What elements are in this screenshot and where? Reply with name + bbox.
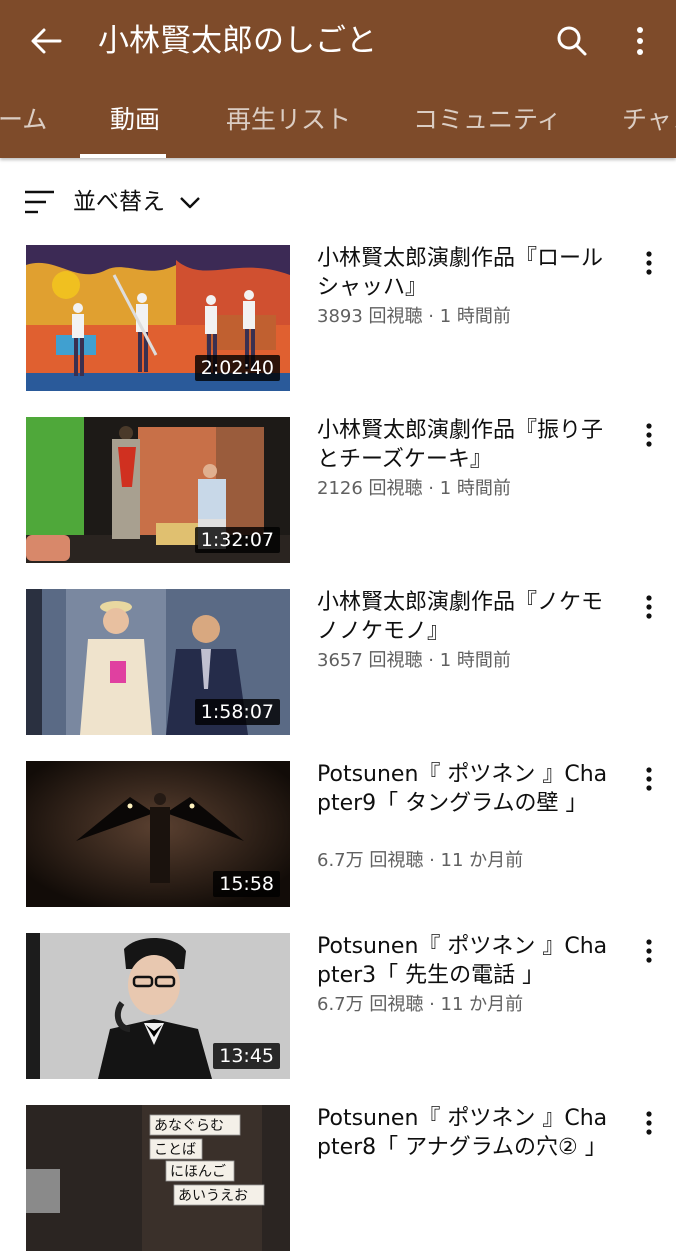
page-title: 小林賢太郎のしごと (98, 23, 377, 59)
sort-icon (25, 190, 54, 214)
video-thumbnail[interactable]: あなぐらむ ことば にほんご あいうえお (26, 1105, 290, 1251)
video-thumbnail[interactable]: 2:02:40 (26, 245, 290, 391)
video-menu-button[interactable] (636, 936, 662, 966)
more-options-button[interactable] (620, 18, 660, 64)
video-duration: 2:02:40 (194, 355, 280, 381)
channel-tabs: ーム 動画 再生リスト コミュニティ チャン (0, 82, 676, 158)
video-duration: 1:32:07 (194, 527, 280, 553)
thumbnail-word-card: にほんご (170, 1164, 226, 1180)
stage-scene-illustration: あなぐらむ ことば にほんご あいうえお (26, 1105, 290, 1251)
arrow-back-icon (31, 28, 62, 54)
video-item[interactable]: あなぐらむ ことば にほんご あいうえお Potsunen『 ポツネン 』Cha… (0, 1104, 676, 1252)
video-thumbnail[interactable]: 13:45 (26, 933, 290, 1079)
video-thumbnail[interactable]: 1:32:07 (26, 417, 290, 563)
video-item[interactable]: 1:58:07 小林賢太郎演劇作品『ノケモノノケモノ』 3657 回視聴 · 1… (0, 588, 676, 736)
video-title[interactable]: Potsunen『 ポツネン 』Chapter3「 先生の電話 」 (317, 932, 621, 990)
toolbar: 小林賢太郎のしごと (0, 0, 676, 82)
more-vert-icon (646, 1111, 652, 1135)
thumbnail-word-card: ことば (154, 1142, 196, 1158)
tab-playlists[interactable]: 再生リスト (226, 82, 351, 158)
app-bar: 小林賢太郎のしごと ーム 動画 再生リスト コミュニティ チャン (0, 0, 676, 158)
video-duration: 15:58 (213, 871, 280, 897)
tab-community[interactable]: コミュニティ (413, 82, 562, 158)
video-duration: 1:58:07 (194, 699, 280, 725)
video-thumbnail[interactable]: 15:58 (26, 761, 290, 907)
search-button[interactable] (548, 18, 594, 64)
video-title[interactable]: Potsunen『 ポツネン 』Chapter8「 アナグラムの穴② 」 (317, 1104, 621, 1162)
video-item[interactable]: 1:32:07 小林賢太郎演劇作品『振り子とチーズケーキ』 2126 回視聴 ·… (0, 416, 676, 564)
video-menu-button[interactable] (636, 420, 662, 450)
video-meta: 6.7万 回視聴 · 11 か月前 (317, 850, 524, 871)
sort-label: 並べ替え (73, 189, 165, 215)
thumbnail-word-card: あいうえお (178, 1188, 248, 1204)
video-item[interactable]: 15:58 Potsunen『 ポツネン 』Chapter9「 タングラムの壁 … (0, 760, 676, 908)
video-meta: 2126 回視聴 · 1 時間前 (317, 478, 511, 499)
more-vert-icon (646, 423, 652, 447)
video-menu-button[interactable] (636, 1108, 662, 1138)
video-item[interactable]: 2:02:40 小林賢太郎演劇作品『ロールシャッハ』 3893 回視聴 · 1 … (0, 244, 676, 392)
more-vert-icon (646, 767, 652, 791)
tab-channels[interactable]: チャン (622, 82, 676, 158)
video-menu-button[interactable] (636, 248, 662, 278)
tab-videos[interactable]: 動画 (110, 82, 160, 158)
tab-home[interactable]: ーム (0, 82, 47, 158)
video-item[interactable]: 13:45 Potsunen『 ポツネン 』Chapter3「 先生の電話 」 … (0, 932, 676, 1080)
more-vert-icon (646, 251, 652, 275)
chevron-down-icon (180, 197, 200, 209)
video-menu-button[interactable] (636, 592, 662, 622)
active-tab-indicator (80, 154, 166, 158)
video-title[interactable]: 小林賢太郎演劇作品『ロールシャッハ』 (317, 244, 621, 302)
video-title[interactable]: 小林賢太郎演劇作品『振り子とチーズケーキ』 (317, 416, 621, 474)
video-title[interactable]: Potsunen『 ポツネン 』Chapter9「 タングラムの壁 」 (317, 760, 621, 818)
thumbnail-word-card: あなぐらむ (154, 1118, 224, 1134)
video-menu-button[interactable] (636, 764, 662, 794)
more-vert-icon (646, 595, 652, 619)
video-meta: 3893 回視聴 · 1 時間前 (317, 306, 511, 327)
video-duration: 13:45 (213, 1043, 280, 1069)
video-thumbnail[interactable]: 1:58:07 (26, 589, 290, 735)
video-meta: 6.7万 回視聴 · 11 か月前 (317, 994, 524, 1015)
more-vert-icon (637, 27, 643, 55)
video-meta: 3657 回視聴 · 1 時間前 (317, 650, 511, 671)
video-title[interactable]: 小林賢太郎演劇作品『ノケモノノケモノ』 (317, 588, 621, 646)
back-button[interactable] (22, 18, 70, 64)
search-icon (557, 26, 587, 56)
more-vert-icon (646, 939, 652, 963)
sort-button[interactable]: 並べ替え (0, 172, 676, 234)
